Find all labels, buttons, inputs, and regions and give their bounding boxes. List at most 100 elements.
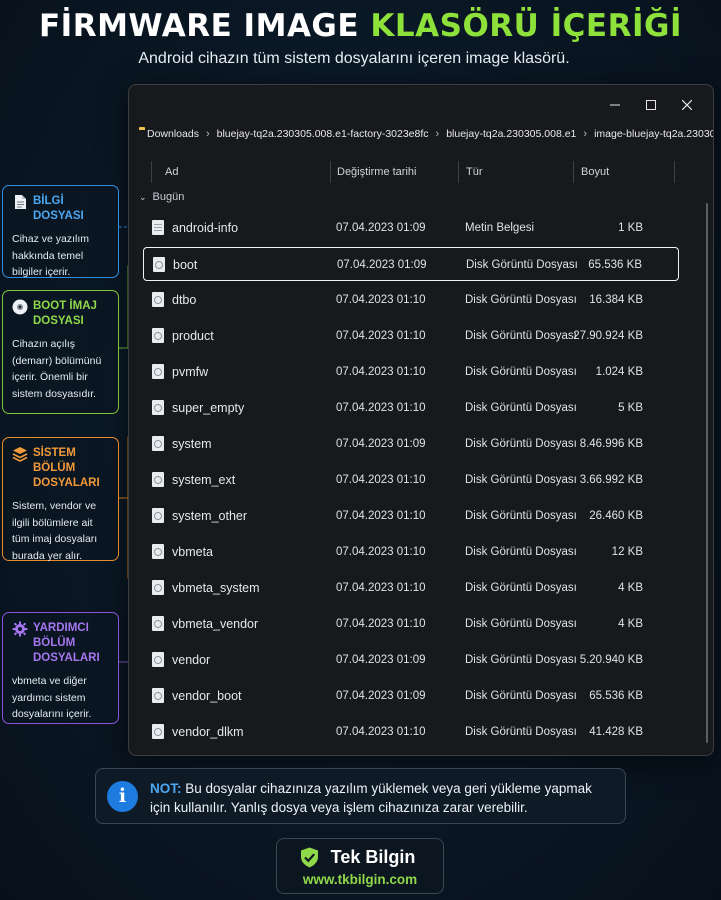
file-name: vendor_boot xyxy=(172,688,242,703)
page-subtitle: Android cihazın tüm sistem dosyalarını i… xyxy=(138,50,570,67)
column-header-type[interactable]: Tür xyxy=(458,161,483,183)
brand-name: Tek Bilgin xyxy=(330,847,416,867)
window-controls xyxy=(597,91,705,119)
file-name: vendor_dlkm xyxy=(172,724,244,739)
file-size: 16.384 KB xyxy=(589,293,643,306)
scrollbar[interactable] xyxy=(706,203,709,743)
document-icon xyxy=(15,195,26,209)
card-title: SİSTEM BÖLÜM DOSYALARI xyxy=(33,447,100,489)
file-name: vbmeta_vendor xyxy=(172,616,259,631)
file-size: 4 KB xyxy=(618,617,643,630)
file-date: 07.04.2023 01:10 xyxy=(336,401,426,414)
breadcrumb: Downloads › bluejay-tq2a.230305.008.e1-f… xyxy=(129,121,713,147)
column-header-name[interactable]: Ad xyxy=(157,161,178,183)
disk-image-icon xyxy=(152,615,164,631)
file-name: vbmeta xyxy=(172,544,213,559)
column-header-date[interactable]: Değiştirme tarihi xyxy=(329,161,416,183)
disk-image-icon xyxy=(152,687,164,703)
file-row[interactable]: product 07.04.2023 01:10 Disk Görüntü Dosy… xyxy=(143,319,679,353)
file-date: 07.04.2023 01:09 xyxy=(336,437,426,450)
file-size: 3.66.992 KB xyxy=(579,473,643,486)
maximize-icon[interactable] xyxy=(633,91,669,119)
file-date: 07.04.2023 01:09 xyxy=(336,689,426,702)
file-type: Disk Görüntü Dosyası xyxy=(465,617,577,630)
file-type: Disk Görüntü Dosyası xyxy=(465,653,577,666)
file-date: 07.04.2023 01:10 xyxy=(336,509,426,522)
title-part-1: FİRMWARE IMAGE xyxy=(39,8,360,44)
file-name: product xyxy=(172,328,214,343)
file-size: 1.024 KB xyxy=(595,365,643,378)
close-icon[interactable] xyxy=(669,91,705,119)
file-row[interactable]: pvmfw 07.04.2023 01:10 Disk Görüntü Dosyas… xyxy=(143,355,679,389)
file-type: Disk Görüntü Dosyası xyxy=(465,509,577,522)
file-row[interactable]: vbmeta_system 07.04.2023 01:10 Disk Görünt… xyxy=(143,571,679,605)
card-title: YARDIMCI BÖLÜM DOSYALARI xyxy=(33,622,100,664)
disk-image-icon xyxy=(152,399,164,415)
file-row[interactable]: vbmeta_vendor 07.04.2023 01:10 Disk Görünt… xyxy=(143,607,679,641)
warning-note: i NOT: Bu dosyalar cihazınıza yazılım yü… xyxy=(95,768,626,824)
file-type: Disk Görüntü Dosyası xyxy=(466,258,578,271)
column-header-size[interactable]: Boyut xyxy=(573,161,609,183)
card-description: vbmeta ve diğer yardımcı sistem dosyalar… xyxy=(12,675,92,720)
file-row[interactable]: system_ext 07.04.2023 01:10 Disk Görüntü D… xyxy=(143,463,679,497)
file-explorer-window: Downloads › bluejay-tq2a.230305.008.e1-f… xyxy=(128,84,714,756)
file-date: 07.04.2023 01:09 xyxy=(337,258,427,271)
breadcrumb-item[interactable]: image-bluejay-tq2a.230305.008.e1 xyxy=(594,128,713,140)
file-type: Disk Görüntü Dosyası xyxy=(465,365,577,378)
system-partition-card: SİSTEM BÖLÜM DOSYALARI Sistem, vendor ve… xyxy=(2,437,119,562)
file-date: 07.04.2023 01:10 xyxy=(336,293,426,306)
card-title: BİLGİ DOSYASI xyxy=(33,195,84,222)
file-row[interactable]: vendor_boot 07.04.2023 01:09 Disk Görüntü … xyxy=(143,679,679,713)
file-size: 5.20.940 KB xyxy=(579,653,643,666)
minimize-icon[interactable] xyxy=(597,91,633,119)
file-size: 12 KB xyxy=(611,545,643,558)
file-size: 5 KB xyxy=(618,401,643,414)
file-row[interactable]: boot 07.04.2023 01:09 Disk Görüntü Dosyası… xyxy=(143,246,679,281)
brand-url[interactable]: www.tkbilgin.com xyxy=(277,872,443,887)
file-name: system xyxy=(172,436,212,451)
file-size: 27.90.924 KB xyxy=(573,329,643,342)
helper-partition-card: YARDIMCI BÖLÜM DOSYALARI vbmeta ve diğer… xyxy=(2,612,119,724)
file-date: 07.04.2023 01:10 xyxy=(336,725,426,738)
disk-image-icon xyxy=(152,579,164,595)
file-row[interactable]: vbmeta 07.04.2023 01:10 Disk Görüntü Dosya… xyxy=(143,535,679,569)
file-row[interactable]: system 07.04.2023 01:09 Disk Görüntü Dosya… xyxy=(143,427,679,461)
breadcrumb-item[interactable]: bluejay-tq2a.230305.008.e1 xyxy=(446,128,576,140)
file-date: 07.04.2023 01:10 xyxy=(336,581,426,594)
file-row[interactable]: android-info 07.04.2023 01:09 Metin Belges… xyxy=(143,211,679,245)
file-name: android-info xyxy=(172,220,239,235)
file-row[interactable]: super_empty 07.04.2023 01:10 Disk Görüntü … xyxy=(143,391,679,425)
file-row[interactable]: system_other 07.04.2023 01:10 Disk Görüntü… xyxy=(143,499,679,533)
card-description: Cihaz ve yazılım hakkında temel bilgiler… xyxy=(12,233,90,278)
file-type: Disk Görüntü Dosyası xyxy=(465,401,577,414)
card-description: Cihazın açılış (demarr) bölümünü içerir.… xyxy=(12,338,102,400)
file-name: dtbo xyxy=(172,292,197,307)
file-size: 4 KB xyxy=(618,581,643,594)
disk-image-icon xyxy=(152,723,164,739)
disk-image-icon xyxy=(152,543,164,559)
file-size: 65.536 KB xyxy=(588,258,642,271)
text-file-icon xyxy=(152,219,164,235)
file-row[interactable]: vendor_dlkm 07.04.2023 01:10 Disk Görüntü … xyxy=(143,715,679,749)
breadcrumb-item[interactable]: bluejay-tq2a.230305.008.e1-factory-3023e… xyxy=(217,128,429,140)
file-type: Disk Görüntü Dosyası xyxy=(465,581,577,594)
group-header[interactable]: ⌄ Bugün xyxy=(139,191,184,203)
info-file-card: BİLGİ DOSYASI Cihaz ve yazılım hakkında … xyxy=(2,185,119,278)
card-description: Sistem, vendor ve ilgili bölümlere ait t… xyxy=(12,500,98,562)
breadcrumb-item[interactable]: Downloads xyxy=(147,128,199,140)
disk-image-icon xyxy=(152,291,164,307)
info-icon: i xyxy=(107,781,138,812)
file-size: 26.460 KB xyxy=(589,509,643,522)
file-row[interactable]: dtbo 07.04.2023 01:10 Disk Görüntü Dosyası… xyxy=(143,283,679,317)
file-size: 65.536 KB xyxy=(589,689,643,702)
file-type: Metin Belgesi xyxy=(465,221,535,234)
file-date: 07.04.2023 01:09 xyxy=(336,221,426,234)
file-row[interactable]: vendor 07.04.2023 01:09 Disk Görüntü Dosya… xyxy=(143,643,679,677)
chevron-down-icon: ⌄ xyxy=(139,192,147,202)
file-type: Disk Görüntü Dosyası xyxy=(465,293,577,306)
disk-image-icon xyxy=(152,435,164,451)
chevron-right-icon: › xyxy=(583,128,588,140)
file-name: super_empty xyxy=(172,400,245,415)
note-label: NOT: xyxy=(150,781,182,796)
file-name: system_other xyxy=(172,508,248,523)
